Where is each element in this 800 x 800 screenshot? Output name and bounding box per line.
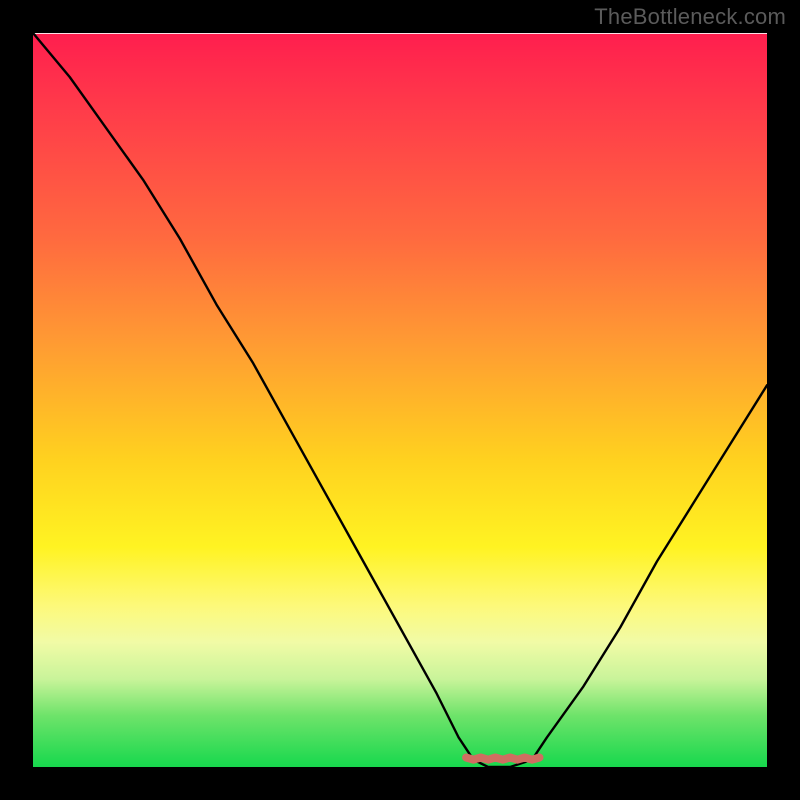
chart-frame: TheBottleneck.com [0, 0, 800, 800]
curve-svg [33, 33, 767, 767]
watermark-text: TheBottleneck.com [594, 4, 786, 30]
flat-segment [466, 758, 539, 760]
plot-area [33, 33, 767, 767]
bottleneck-curve [33, 33, 767, 767]
